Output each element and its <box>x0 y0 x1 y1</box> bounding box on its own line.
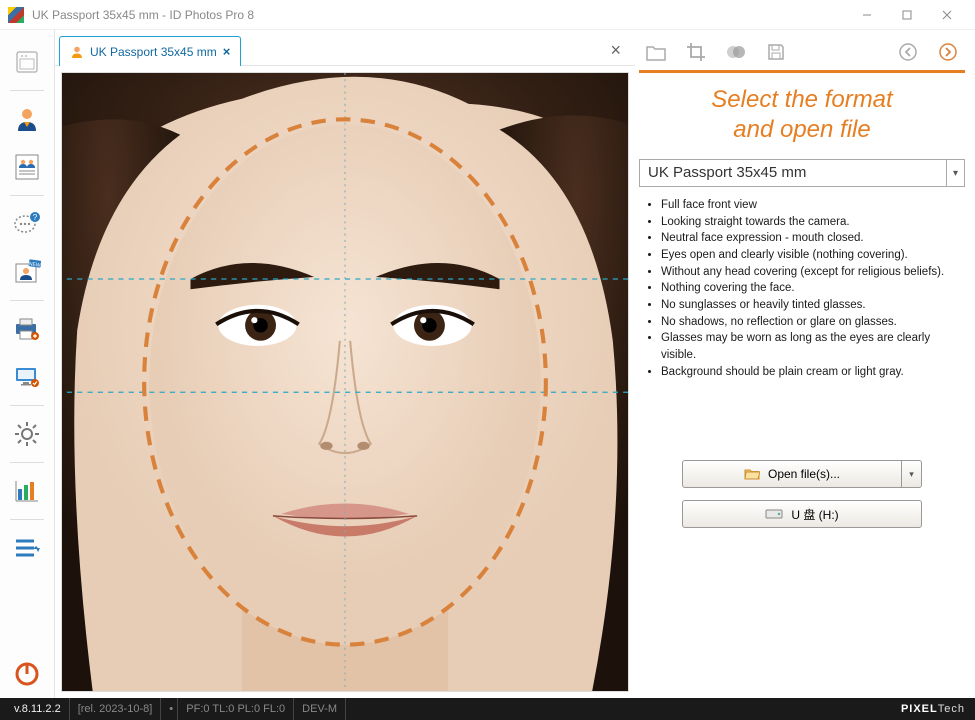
open-file-dropdown[interactable]: ▾ <box>902 460 922 488</box>
svg-text:?: ? <box>33 213 38 222</box>
folder-open-icon[interactable] <box>643 39 669 65</box>
req-item: Background should be plain cream or ligh… <box>661 364 965 381</box>
list-menu-icon[interactable] <box>7 528 47 568</box>
tab-label: UK Passport 35x45 mm <box>90 45 217 59</box>
req-item: Glasses may be worn as long as the eyes … <box>661 330 965 363</box>
drive-button[interactable]: U 盘 (H:) <box>682 500 922 528</box>
sidebar: ? NEW <box>0 30 55 698</box>
req-item: Neutral face expression - mouth closed. <box>661 230 965 247</box>
save-icon[interactable] <box>763 39 789 65</box>
gear-icon[interactable] <box>7 414 47 454</box>
person-icon[interactable] <box>7 99 47 139</box>
req-item: Full face front view <box>661 197 965 214</box>
divider <box>639 70 965 73</box>
req-item: Nothing covering the face. <box>661 280 965 297</box>
drive-label: U 盘 (H:) <box>791 506 838 523</box>
close-pane-icon[interactable]: × <box>602 36 629 65</box>
status-dev: DEV-M <box>294 698 346 720</box>
status-pf: PF:0 TL:0 PL:0 FL:0 <box>178 698 294 720</box>
power-icon[interactable] <box>7 654 47 694</box>
tabbar: UK Passport 35x45 mm × × <box>55 30 635 66</box>
photo-preview[interactable] <box>61 72 629 692</box>
statusbar: v.8.11.2.2 [rel. 2023-10-8] • PF:0 TL:0 … <box>0 698 975 720</box>
open-file-button[interactable]: Open file(s)... <box>682 460 902 488</box>
req-item: Looking straight towards the camera. <box>661 214 965 231</box>
req-item: Eyes open and clearly visible (nothing c… <box>661 247 965 264</box>
chevron-down-icon[interactable]: ▾ <box>946 160 964 186</box>
tab-close-icon[interactable]: × <box>223 44 231 59</box>
person-small-icon <box>70 45 84 59</box>
window-title: UK Passport 35x45 mm - ID Photos Pro 8 <box>32 8 254 22</box>
format-value: UK Passport 35x45 mm <box>640 160 946 186</box>
app-icon <box>8 7 24 23</box>
right-panel: Select the format and open file UK Passp… <box>635 30 975 698</box>
chat-help-icon[interactable]: ? <box>7 204 47 244</box>
req-item: No shadows, no reflection or glare on gl… <box>661 314 965 331</box>
minimize-button[interactable] <box>847 1 887 29</box>
right-toolbar <box>639 34 965 70</box>
overlap-shapes-icon[interactable] <box>723 39 749 65</box>
requirements-list: Full face front view Looking straight to… <box>647 197 965 380</box>
oven-icon[interactable] <box>7 42 47 82</box>
brand-label: PIXELTech <box>901 703 969 715</box>
drive-icon <box>765 509 783 519</box>
bar-chart-icon[interactable] <box>7 471 47 511</box>
maximize-button[interactable] <box>887 1 927 29</box>
format-select[interactable]: UK Passport 35x45 mm ▾ <box>639 159 965 187</box>
open-file-label: Open file(s)... <box>768 467 840 481</box>
photo-new-icon[interactable]: NEW <box>7 252 47 292</box>
headline: Select the format and open file <box>639 85 965 145</box>
close-button[interactable] <box>927 1 967 29</box>
nav-forward-icon[interactable] <box>935 39 961 65</box>
crop-icon[interactable] <box>683 39 709 65</box>
monitor-icon[interactable] <box>7 357 47 397</box>
req-item: Without any head covering (except for re… <box>661 264 965 281</box>
req-item: No sunglasses or heavily tinted glasses. <box>661 297 965 314</box>
document-tab[interactable]: UK Passport 35x45 mm × <box>59 36 241 66</box>
printer-icon[interactable] <box>7 309 47 349</box>
folder-icon <box>744 467 760 481</box>
status-version: v.8.11.2.2 <box>6 698 70 720</box>
titlebar: UK Passport 35x45 mm - ID Photos Pro 8 <box>0 0 975 30</box>
status-dot: • <box>161 698 178 720</box>
people-doc-icon[interactable] <box>7 147 47 187</box>
status-rel: [rel. 2023-10-8] <box>70 698 162 720</box>
nav-back-icon[interactable] <box>895 39 921 65</box>
